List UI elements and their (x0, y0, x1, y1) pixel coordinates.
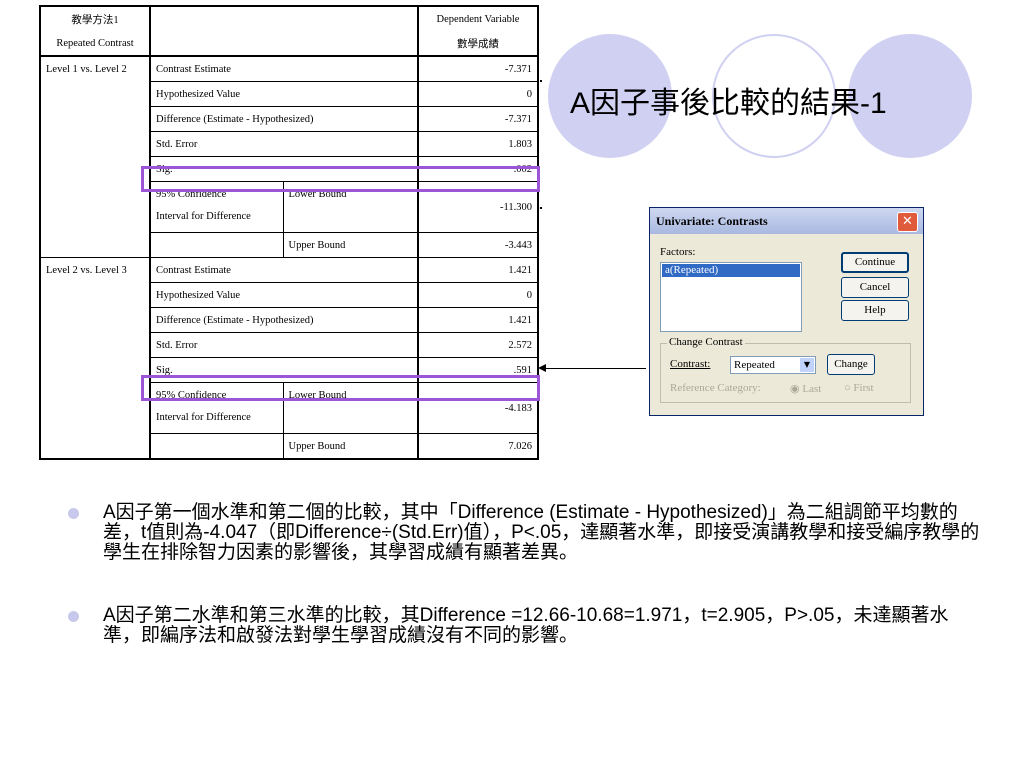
last-radio[interactable]: ◉ Last (790, 382, 821, 395)
contrast-type-label: Repeated Contrast (39, 31, 151, 57)
section-name: Level 1 vs. Level 2 (39, 55, 151, 82)
row-label: Difference (Estimate - Hypothesized) (149, 307, 419, 333)
table-row: Upper Bound -3.443 (39, 232, 539, 258)
sig-highlight-2 (141, 375, 540, 401)
section-name: Level 2 vs. Level 3 (39, 257, 151, 283)
dv-name: 數學成績 (417, 31, 539, 57)
table-row: Upper Bound 7.026 (39, 433, 539, 460)
row-label: Hypothesized Value (149, 81, 419, 107)
table-row: Std. Error 2.572 (39, 332, 539, 358)
upper-bound-label: Upper Bound (282, 232, 419, 258)
bullet-item: A因子第二水準和第三水準的比較，其Difference =12.66-10.68… (103, 605, 949, 646)
dropdown-arrow-icon[interactable]: ▼ (800, 358, 814, 372)
first-radio[interactable]: ○ First (844, 382, 874, 394)
cancel-button[interactable]: Cancel (841, 277, 909, 298)
mark-dot (540, 207, 542, 209)
arrow-head (538, 364, 546, 372)
row-label: Std. Error (149, 131, 419, 157)
factors-list[interactable]: a(Repeated) (660, 262, 802, 332)
row-value: 1.421 (417, 307, 539, 333)
radio-icon: ○ (844, 382, 851, 394)
slide-title: A因子事後比較的結果-1 (570, 87, 887, 120)
mark-dot (540, 80, 542, 82)
contrast-select-value: Repeated (734, 359, 775, 371)
dv-label: Dependent Variable (417, 5, 539, 31)
table-row: Hypothesized Value 0 (39, 81, 539, 107)
row-label: Hypothesized Value (149, 282, 419, 308)
factors-label: Factors: (660, 246, 696, 258)
row-label: Difference (Estimate - Hypothesized) (149, 106, 419, 132)
method-label: 教學方法1 (39, 5, 151, 31)
factor-item[interactable]: a(Repeated) (662, 264, 800, 277)
table-row: Level 1 vs. Level 2 Contrast Estimate -7… (39, 55, 539, 82)
row-label: Contrast Estimate (149, 55, 419, 82)
arrow-left-icon (544, 368, 646, 369)
table-row: Level 2 vs. Level 3 Contrast Estimate 1.… (39, 257, 539, 283)
close-icon[interactable]: ✕ (897, 212, 918, 232)
help-button[interactable]: Help (841, 300, 909, 321)
contrast-label: Contrast: (670, 358, 711, 370)
dialog-titlebar[interactable]: Univariate: Contrasts ✕ (650, 208, 923, 234)
upper-bound-value: 7.026 (417, 433, 539, 460)
table-row: Difference (Estimate - Hypothesized) -7.… (39, 106, 539, 132)
reference-category-label: Reference Category: (670, 382, 761, 394)
contrast-select[interactable]: Repeated ▼ (730, 356, 816, 374)
change-button[interactable]: Change (827, 354, 875, 375)
upper-bound-value: -3.443 (417, 232, 539, 258)
row-label: Std. Error (149, 332, 419, 358)
radio-icon: ◉ (790, 383, 800, 395)
row-value: 1.803 (417, 131, 539, 157)
table-row: Hypothesized Value 0 (39, 282, 539, 308)
change-contrast-legend: Change Contrast (667, 336, 745, 348)
row-value: -7.371 (417, 106, 539, 132)
row-value: 1.421 (417, 257, 539, 283)
bullet-icon (68, 611, 79, 622)
continue-button[interactable]: Continue (841, 252, 909, 273)
sig-highlight-1 (141, 166, 540, 192)
row-value: 2.572 (417, 332, 539, 358)
dialog-title: Univariate: Contrasts (656, 214, 768, 228)
table-row: Difference (Estimate - Hypothesized) 1.4… (39, 307, 539, 333)
bullet-icon (68, 508, 79, 519)
table-row: Std. Error 1.803 (39, 131, 539, 157)
row-value: -7.371 (417, 55, 539, 82)
row-label: Contrast Estimate (149, 257, 419, 283)
row-value: 0 (417, 81, 539, 107)
contrasts-dialog: Univariate: Contrasts ✕ Factors: a(Repea… (649, 207, 924, 416)
upper-bound-label: Upper Bound (282, 433, 419, 460)
bullet-item: A因子第一個水準和第二個的比較，其中「Difference (Estimate … (103, 502, 980, 563)
row-value: 0 (417, 282, 539, 308)
